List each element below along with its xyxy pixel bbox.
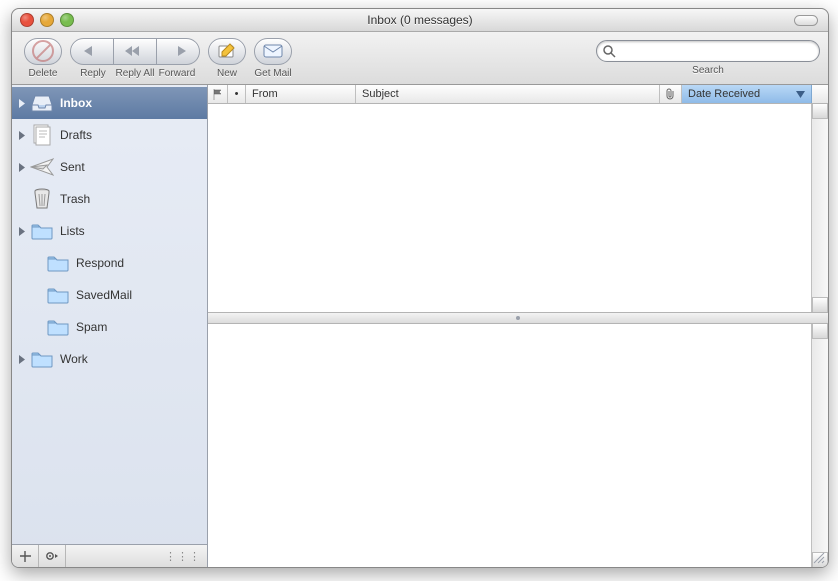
sidebar-item-label: Spam	[76, 320, 107, 334]
preview-scrollbar[interactable]	[811, 324, 828, 567]
reply-button[interactable]	[70, 38, 114, 65]
get-mail-button[interactable]	[254, 38, 292, 65]
trash-icon	[30, 187, 54, 211]
toolbar-toggle-button[interactable]	[794, 15, 818, 26]
search-label: Search	[692, 65, 724, 76]
disclosure-triangle-icon[interactable]	[16, 355, 28, 364]
folder-icon	[46, 315, 70, 339]
delete-icon	[32, 40, 54, 62]
sidebar-item-respond[interactable]: Respond	[12, 247, 207, 279]
sidebar-item-label: Inbox	[60, 96, 92, 110]
sidebar-item-inbox[interactable]: Inbox	[12, 87, 207, 119]
traffic-lights	[20, 13, 74, 27]
search-field[interactable]	[596, 40, 820, 62]
action-menu-button[interactable]	[39, 545, 66, 567]
col-scroll-spacer	[812, 85, 828, 103]
sidebar-item-label: Lists	[60, 224, 85, 238]
sidebar-item-sent[interactable]: Sent	[12, 151, 207, 183]
sort-descending-icon	[796, 91, 805, 98]
disclosure-triangle-icon[interactable]	[16, 131, 28, 140]
preview-splitter[interactable]	[208, 312, 828, 324]
sidebar-item-label: Trash	[60, 192, 90, 206]
message-preview	[208, 324, 828, 567]
titlebar[interactable]: Inbox (0 messages)	[12, 9, 828, 32]
column-headers: • From Subject Date Received	[208, 85, 828, 104]
folder-icon	[46, 283, 70, 307]
sidebar-item-drafts[interactable]: Drafts	[12, 119, 207, 151]
mailbox-list: Inbox Drafts Sent Trash Lists Respond SavedMai…	[12, 85, 207, 544]
compose-icon	[218, 43, 236, 59]
disclosure-triangle-icon[interactable]	[16, 227, 28, 236]
reply-all-button[interactable]	[114, 38, 157, 65]
message-list-scrollbar[interactable]	[811, 104, 828, 312]
zoom-button[interactable]	[60, 13, 74, 27]
search-input[interactable]	[620, 44, 813, 58]
sidebar-item-label: Respond	[76, 256, 124, 270]
forward-label: Forward	[156, 68, 198, 79]
col-date-received[interactable]: Date Received	[682, 85, 812, 103]
search-icon	[603, 45, 616, 58]
reply-all-label: Reply All	[114, 68, 156, 79]
col-from[interactable]: From	[246, 85, 356, 103]
sidebar-item-label: Drafts	[60, 128, 92, 142]
new-label: New	[217, 68, 237, 79]
get-mail-icon	[263, 44, 283, 58]
close-button[interactable]	[20, 13, 34, 27]
sidebar-footer: ⋮⋮⋮	[12, 544, 207, 567]
sidebar-resize-grip[interactable]: ⋮⋮⋮	[165, 550, 201, 563]
disclosure-triangle-icon[interactable]	[16, 99, 28, 108]
reply-icon	[83, 45, 101, 57]
add-mailbox-button[interactable]	[12, 545, 39, 567]
disclosure-triangle-icon[interactable]	[16, 163, 28, 172]
forward-icon	[169, 45, 187, 57]
delete-button[interactable]	[24, 38, 62, 65]
delete-label: Delete	[29, 68, 58, 79]
folder-icon	[46, 251, 70, 275]
sidebar-item-spam[interactable]: Spam	[12, 311, 207, 343]
sidebar-item-label: SavedMail	[76, 288, 132, 302]
reply-all-icon	[124, 45, 146, 57]
sidebar: Inbox Drafts Sent Trash Lists Respond SavedMai…	[12, 85, 208, 567]
sidebar-item-label: Work	[60, 352, 88, 366]
drafts-icon	[30, 123, 54, 147]
paperclip-icon	[665, 88, 676, 100]
col-subject[interactable]: Subject	[356, 85, 660, 103]
get-mail-label: Get Mail	[254, 68, 291, 79]
folder-icon	[30, 347, 54, 371]
sent-icon	[30, 155, 54, 179]
sidebar-item-lists[interactable]: Lists	[12, 215, 207, 247]
window-title: Inbox (0 messages)	[12, 13, 828, 27]
new-message-button[interactable]	[208, 38, 246, 65]
gear-icon	[45, 550, 59, 562]
sidebar-item-work[interactable]: Work	[12, 343, 207, 375]
inbox-icon	[30, 91, 54, 115]
forward-button[interactable]	[157, 38, 200, 65]
reply-label: Reply	[72, 68, 114, 79]
toolbar: Delete Reply Reply All Forward	[12, 32, 828, 85]
col-flag[interactable]	[208, 85, 228, 103]
plus-icon	[20, 551, 31, 562]
content-area: • From Subject Date Received	[208, 85, 828, 567]
app-window: Inbox (0 messages) Delete R	[11, 8, 829, 568]
status-dot-icon: •	[235, 88, 239, 100]
folder-icon	[30, 219, 54, 243]
sidebar-item-savedmail[interactable]: SavedMail	[12, 279, 207, 311]
message-list[interactable]	[208, 104, 828, 312]
minimize-button[interactable]	[40, 13, 54, 27]
col-attachment[interactable]	[660, 85, 682, 103]
flag-icon	[213, 89, 223, 100]
reply-segment	[70, 38, 200, 65]
col-status[interactable]: •	[228, 85, 246, 103]
sidebar-item-label: Sent	[60, 160, 85, 174]
main-split: Inbox Drafts Sent Trash Lists Respond SavedMai…	[12, 85, 828, 567]
sidebar-item-trash[interactable]: Trash	[12, 183, 207, 215]
resize-grip-icon[interactable]	[812, 551, 826, 565]
